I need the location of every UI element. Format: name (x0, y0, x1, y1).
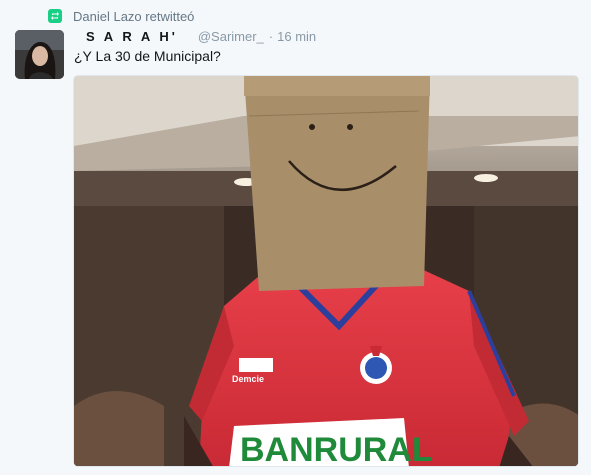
retweet-icon (48, 9, 62, 23)
retweet-text[interactable]: Daniel Lazo retwitteó (73, 9, 194, 24)
jersey-brand-text: Demcie (232, 374, 264, 384)
avatar[interactable] (15, 30, 64, 79)
tweet-timestamp[interactable]: 16 min (277, 29, 316, 44)
tweet-media[interactable]: Demcie BANRURAL (73, 75, 579, 467)
jersey-sponsor-text: BANRURAL (240, 431, 433, 467)
retweet-context: Daniel Lazo retwitteó (48, 7, 194, 25)
tweet-text: ¿Y La 30 de Municipal? (74, 48, 221, 64)
tweet-header: S A R A H' @Sarimer_ · 16 min (86, 29, 316, 44)
display-name[interactable]: S A R A H' (86, 29, 178, 44)
header-separator: · (268, 29, 274, 44)
screen-name[interactable]: @Sarimer_ (198, 29, 264, 44)
